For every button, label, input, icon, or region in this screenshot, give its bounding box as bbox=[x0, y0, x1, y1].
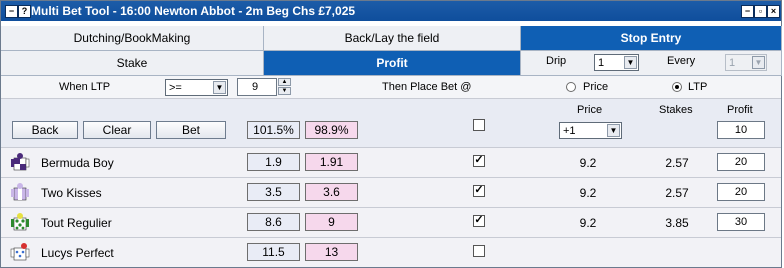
every-label: Every bbox=[667, 55, 696, 67]
back-book-percentage: 101.5% bbox=[247, 121, 300, 139]
lay-price[interactable]: 3.6 bbox=[305, 183, 358, 201]
lay-price[interactable]: 13 bbox=[305, 243, 358, 261]
runner-profit-input[interactable]: 20 bbox=[717, 183, 765, 201]
title-bar: − ? Multi Bet Tool - 16:00 Newton Abbot … bbox=[1, 1, 781, 21]
price-offset-select[interactable]: +1 ▼ bbox=[559, 122, 622, 139]
price-radio-label: Price bbox=[583, 81, 609, 93]
jockey-silk-icon bbox=[10, 243, 30, 261]
drip-label: Drip bbox=[546, 55, 567, 67]
when-ltp-label: When LTP bbox=[59, 81, 111, 93]
mode-tabs: Dutching/BookMaking Back/Lay the field S… bbox=[1, 26, 782, 51]
runner-name: Bermuda Boy bbox=[41, 156, 114, 170]
actions-band: Price Stakes Profit Back Clear Bet 101.5… bbox=[1, 99, 781, 147]
runner-stake: 2.57 bbox=[665, 156, 689, 170]
runner-name: Two Kisses bbox=[41, 186, 102, 200]
runner-checkbox[interactable] bbox=[473, 245, 485, 257]
place-bet-label: Then Place Bet @ bbox=[382, 81, 472, 93]
runner-price: 9.2 bbox=[579, 216, 597, 230]
window-title: Multi Bet Tool - 16:00 Newton Abbot - 2m… bbox=[31, 4, 356, 18]
every-select[interactable]: 1 ▼ bbox=[725, 54, 767, 71]
tab-stop-entry[interactable]: Stop Entry bbox=[521, 26, 782, 51]
spin-up-icon[interactable]: ▲ bbox=[278, 78, 291, 86]
lay-book-percentage: 98.9% bbox=[305, 121, 358, 139]
profit-column-header: Profit bbox=[727, 104, 753, 116]
when-ltp-row: When LTP >= ▼ 9 ▲ ▼ Then Place Bet @ Pri… bbox=[1, 76, 781, 99]
stake-profit-tabs: Stake Profit Drip 1 ▼ Every 1 ▼ bbox=[1, 51, 782, 76]
back-price[interactable]: 1.9 bbox=[247, 153, 300, 171]
price-offset-value: +1 bbox=[563, 125, 576, 137]
runner-checkbox[interactable]: ✓ bbox=[473, 155, 485, 167]
runner-price: 9.2 bbox=[579, 156, 597, 170]
every-value: 1 bbox=[729, 57, 736, 69]
price-radio[interactable] bbox=[566, 82, 576, 92]
back-price[interactable]: 8.6 bbox=[247, 213, 300, 231]
chevron-down-icon: ▼ bbox=[624, 56, 637, 69]
chevron-down-icon: ▼ bbox=[213, 81, 226, 94]
drip-value: 1 bbox=[598, 57, 605, 69]
runner-row: Lucys Perfect 11.5 13 bbox=[1, 237, 781, 267]
help-icon[interactable]: ? bbox=[18, 5, 31, 18]
price-column-header: Price bbox=[577, 104, 603, 116]
jockey-silk-icon bbox=[11, 183, 29, 201]
tab-dutching[interactable]: Dutching/BookMaking bbox=[1, 26, 264, 51]
bet-button[interactable]: Bet bbox=[156, 121, 226, 139]
restore-icon[interactable]: ▫ bbox=[754, 5, 767, 18]
back-price[interactable]: 11.5 bbox=[247, 243, 300, 261]
runner-name: Tout Regulier bbox=[41, 216, 112, 230]
multi-bet-tool-window: − ? Multi Bet Tool - 16:00 Newton Abbot … bbox=[0, 0, 782, 268]
select-all-checkbox[interactable] bbox=[473, 119, 485, 131]
minimize-icon[interactable]: − bbox=[741, 5, 754, 18]
stakes-column-header: Stakes bbox=[659, 104, 693, 116]
close-icon[interactable]: × bbox=[767, 5, 780, 18]
runner-price: 9.2 bbox=[579, 186, 597, 200]
operator-select[interactable]: >= ▼ bbox=[165, 79, 228, 96]
tab-profit[interactable]: Profit bbox=[264, 51, 521, 76]
runner-row: Tout Regulier 8.6 9 ✓ 9.2 3.85 30 bbox=[1, 207, 781, 237]
runner-row: Bermuda Boy 1.9 1.91 ✓ 9.2 2.57 20 bbox=[1, 147, 781, 177]
runner-checkbox[interactable]: ✓ bbox=[473, 185, 485, 197]
jockey-silk-icon bbox=[11, 153, 30, 171]
tab-back-lay-field[interactable]: Back/Lay the field bbox=[264, 26, 521, 51]
ltp-radio-label: LTP bbox=[688, 81, 708, 93]
lay-price[interactable]: 9 bbox=[305, 213, 358, 231]
target-profit-input[interactable]: 10 bbox=[717, 121, 765, 139]
runner-stake: 3.85 bbox=[665, 216, 689, 230]
back-button[interactable]: Back bbox=[12, 121, 78, 139]
runner-row: Two Kisses 3.5 3.6 ✓ 9.2 2.57 20 bbox=[1, 177, 781, 207]
operator-value: >= bbox=[169, 82, 182, 94]
chevron-down-icon: ▼ bbox=[752, 56, 765, 69]
ltp-radio[interactable] bbox=[672, 82, 682, 92]
jockey-silk-icon bbox=[11, 213, 29, 231]
runner-profit-input[interactable]: 20 bbox=[717, 153, 765, 171]
clear-button[interactable]: Clear bbox=[83, 121, 151, 139]
runner-checkbox[interactable]: ✓ bbox=[473, 215, 485, 227]
tab-stake[interactable]: Stake bbox=[1, 51, 264, 76]
back-price[interactable]: 3.5 bbox=[247, 183, 300, 201]
chevron-down-icon: ▼ bbox=[607, 124, 620, 137]
ltp-value-input[interactable]: 9 bbox=[237, 78, 277, 96]
runner-stake: 2.57 bbox=[665, 186, 689, 200]
runner-name: Lucys Perfect bbox=[41, 246, 114, 260]
window-menu-icon[interactable]: − bbox=[5, 5, 18, 18]
drip-select[interactable]: 1 ▼ bbox=[594, 54, 639, 71]
runner-profit-input[interactable]: 30 bbox=[717, 213, 765, 231]
spin-down-icon[interactable]: ▼ bbox=[278, 87, 291, 95]
lay-price[interactable]: 1.91 bbox=[305, 153, 358, 171]
